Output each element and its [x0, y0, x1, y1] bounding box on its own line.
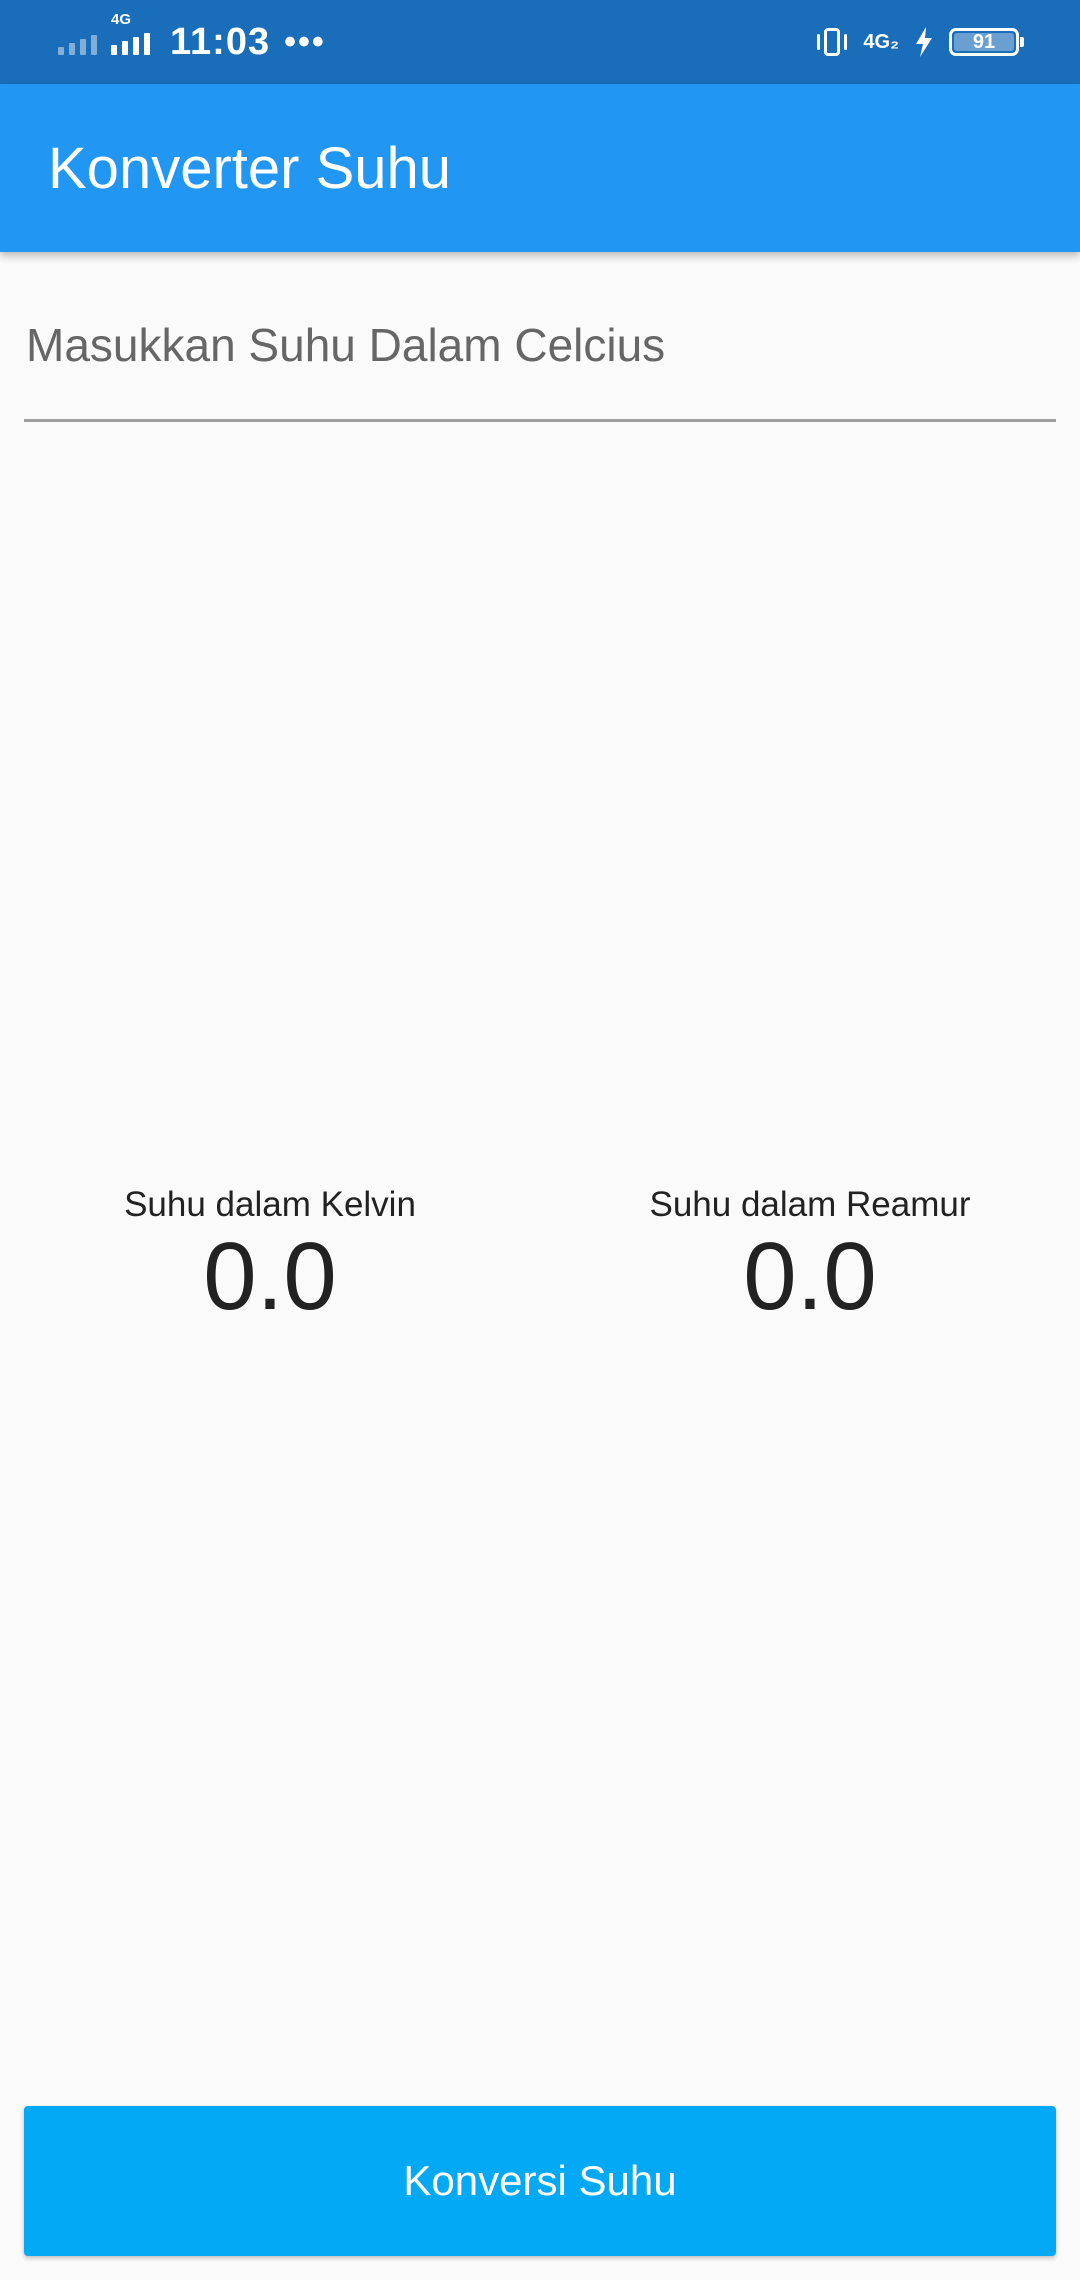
status-time: 11:03 [170, 20, 271, 63]
reamur-value: 0.0 [743, 1223, 877, 1330]
more-notifications-icon: ••• [284, 22, 326, 61]
kelvin-label: Suhu dalam Kelvin [124, 1185, 416, 1224]
signal-sim1-icon [58, 29, 97, 55]
celsius-input[interactable] [24, 300, 1056, 419]
status-bar: 4G 11:03 ••• 4G₂ 91 [0, 0, 1080, 84]
vibrate-icon [817, 28, 848, 56]
kelvin-value: 0.0 [203, 1223, 337, 1330]
reamur-result: Suhu dalam Reamur 0.0 [540, 1185, 1080, 1325]
app-bar: Konverter Suhu [0, 84, 1080, 252]
status-bar-left: 4G 11:03 ••• [58, 11, 326, 64]
app-title: Konverter Suhu [48, 135, 452, 201]
results-row: Suhu dalam Kelvin 0.0 Suhu dalam Reamur … [0, 1185, 1080, 1325]
battery-level: 91 [954, 31, 1014, 53]
reamur-label: Suhu dalam Reamur [649, 1185, 971, 1224]
battery-icon: 91 [949, 28, 1024, 56]
status-bar-right: 4G₂ 91 [817, 27, 1024, 57]
network-type-label: 4G [111, 11, 132, 28]
convert-button[interactable]: Konversi Suhu [24, 2106, 1056, 2256]
signal-icon [111, 29, 150, 55]
signal-sim2-block: 4G [111, 11, 158, 55]
charging-bolt-icon [915, 27, 933, 57]
celsius-input-container [24, 300, 1056, 422]
network-type-label-2: 4G₂ [863, 30, 899, 53]
kelvin-result: Suhu dalam Kelvin 0.0 [0, 1185, 540, 1325]
